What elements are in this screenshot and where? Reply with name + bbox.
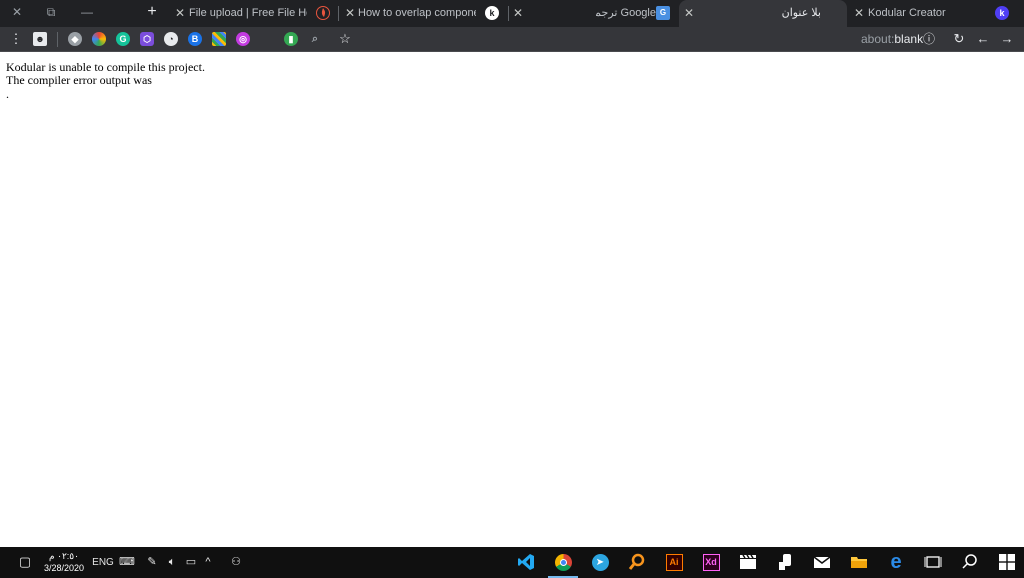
task-view-icon[interactable]: [922, 551, 944, 573]
network-icon[interactable]: ▭: [183, 555, 199, 570]
address-bar[interactable]: about:blank: [861, 32, 923, 47]
tab-overlap-components[interactable]: ✕ How to overlap components? k: [340, 0, 506, 27]
google-translate-icon: G: [656, 6, 670, 20]
tab-file-upload[interactable]: ✕ File upload | Free File Hosting: [168, 0, 336, 27]
speaker-app-icon[interactable]: [774, 551, 796, 573]
back-arrow-icon[interactable]: ←: [975, 31, 991, 47]
browser-toolbar: ⋮ ☻ ◆ G ⬡ ◔ B ◎ ▮ ⌕ ☆ about:blank ⓘ ↻ ← …: [0, 27, 1024, 52]
tab-close-icon[interactable]: ✕: [343, 6, 357, 20]
media-extension-icon[interactable]: ▮: [284, 32, 298, 46]
forward-arrow-icon[interactable]: →: [999, 31, 1015, 47]
plus-icon: +: [147, 3, 157, 20]
chrome-icon[interactable]: [552, 551, 574, 573]
language-indicator[interactable]: ENG: [92, 555, 114, 570]
url-scheme: about:: [861, 32, 895, 46]
mail-icon[interactable]: [811, 551, 833, 573]
pen-icon[interactable]: ✎: [144, 555, 160, 570]
video-editor-icon[interactable]: [737, 551, 759, 573]
tab-untitled[interactable]: ✕ بلا عنوان: [679, 0, 847, 27]
cube-extension-icon[interactable]: ◆: [68, 32, 82, 46]
window-close-button[interactable]: ✕: [6, 3, 28, 21]
search-app-icon[interactable]: [626, 551, 648, 573]
tab-title: Kodular Creator: [868, 7, 946, 19]
bookmark-star-icon[interactable]: ☆: [337, 31, 353, 47]
tab-close-icon[interactable]: ✕: [511, 6, 525, 20]
kodular-icon: k: [485, 6, 499, 20]
error-message-line-1: Kodular is unable to compile this projec…: [6, 60, 205, 74]
file-explorer-icon[interactable]: [848, 551, 870, 573]
reload-icon[interactable]: ↻: [951, 31, 967, 47]
restore-icon: ⧉: [46, 5, 56, 19]
start-icon[interactable]: [996, 551, 1018, 573]
qr-icon[interactable]: [212, 32, 226, 46]
minimize-icon: —: [81, 5, 93, 19]
page-info-icon[interactable]: ⓘ: [921, 31, 937, 47]
error-message-line-2: The compiler error output was: [6, 73, 152, 87]
tab-title: بلا عنوان: [781, 7, 821, 19]
volume-icon[interactable]: 🔈︎: [164, 555, 180, 570]
chevron-up-icon[interactable]: ^: [201, 555, 215, 570]
illustrator-label: Ai: [665, 553, 683, 571]
error-message-line-3: .: [6, 87, 9, 101]
notifications-icon[interactable]: ▢: [17, 554, 33, 569]
grammarly-icon[interactable]: G: [116, 32, 130, 46]
page-content: Kodular is unable to compile this projec…: [0, 53, 1024, 547]
clock-date: 3/28/2020: [43, 563, 85, 573]
menu-dots-icon[interactable]: ⋮: [8, 31, 24, 47]
tab-title: File upload | Free File Hosting: [189, 7, 307, 19]
close-icon: ✕: [11, 5, 23, 19]
vpn-icon[interactable]: B: [188, 32, 202, 46]
tab-close-icon[interactable]: ✕: [173, 6, 187, 20]
windows-taskbar: ▢ ٠٢:٥٠ م 3/28/2020 ENG ⌨ ✎ 🔈︎ ▭ ^ ⚇ ➤ A…: [0, 547, 1024, 578]
tab-strip: ✕ ⧉ — + ✕ File upload | Free File Hostin…: [0, 0, 1024, 27]
xd-label: Xd: [702, 553, 720, 571]
tab-title: How to overlap components?: [358, 7, 476, 19]
clock[interactable]: ٠٢:٥٠ م 3/28/2020: [40, 550, 88, 574]
telegram-icon[interactable]: ➤: [589, 551, 611, 573]
keyboard-icon[interactable]: ⌨: [118, 555, 136, 570]
tab-kodular-creator[interactable]: ✕ Kodular Creator k: [848, 0, 1020, 27]
tab-close-icon[interactable]: ✕: [682, 6, 696, 20]
flame-icon: [316, 6, 330, 20]
window-restore-button[interactable]: ⧉: [40, 3, 62, 21]
avatar[interactable]: ☻: [33, 32, 47, 46]
color-picker-icon[interactable]: ◔: [164, 32, 178, 46]
tab-separator: [338, 6, 339, 21]
search-icon[interactable]: [959, 551, 981, 573]
edge-icon[interactable]: e: [885, 551, 907, 573]
clock-time: ٠٢:٥٠ م: [49, 551, 79, 561]
window-minimize-button[interactable]: —: [76, 3, 98, 21]
new-tab-button[interactable]: +: [141, 3, 163, 21]
toolbar-separator: [57, 32, 58, 47]
color-wheel-extension-icon[interactable]: [92, 32, 106, 46]
tab-google-translate[interactable]: ✕ Google ترجمة G: [510, 0, 678, 27]
xd-icon[interactable]: Xd: [700, 551, 722, 573]
kodular-icon: k: [995, 6, 1009, 20]
people-icon[interactable]: ⚇: [228, 555, 244, 570]
stylus-icon[interactable]: ⬡: [140, 32, 154, 46]
illustrator-icon[interactable]: Ai: [663, 551, 685, 573]
zoom-icon[interactable]: ⌕: [308, 32, 322, 46]
url-path: blank: [894, 32, 924, 46]
reader-icon[interactable]: ◎: [236, 32, 250, 46]
tab-separator: [508, 6, 509, 21]
tab-close-icon[interactable]: ✕: [852, 6, 866, 20]
tab-title: Google ترجمة: [596, 7, 656, 19]
vscode-icon[interactable]: [515, 551, 537, 573]
